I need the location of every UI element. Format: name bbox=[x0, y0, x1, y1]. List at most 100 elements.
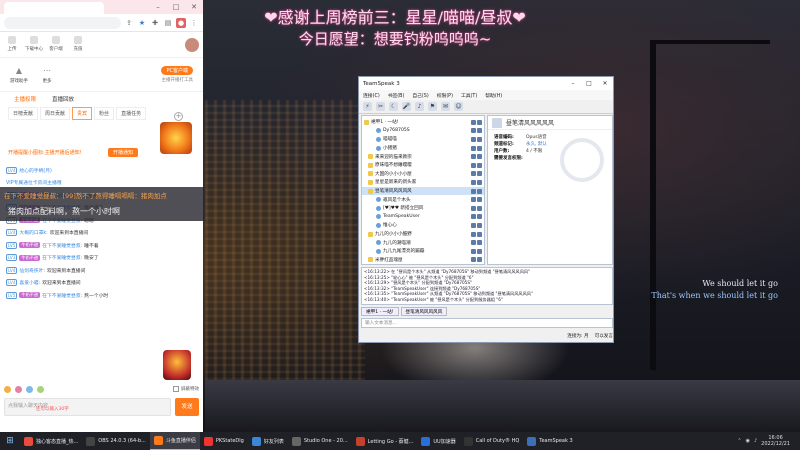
tree-channel[interactable]: 星星是新来的新头家 bbox=[362, 178, 484, 187]
menu-help[interactable]: 帮助(H) bbox=[485, 92, 502, 99]
send-button[interactable]: 发送 bbox=[175, 398, 199, 416]
emoji-icon[interactable] bbox=[37, 385, 44, 393]
tab-replay[interactable]: 直播回放 bbox=[52, 95, 74, 103]
event-logo[interactable] bbox=[163, 350, 191, 380]
disconnect-icon[interactable]: ✂ bbox=[376, 102, 385, 111]
tree-user[interactable]: 九儿九尾漂亮的蹦蹦 bbox=[362, 247, 484, 256]
network-icon[interactable]: ◉ bbox=[746, 438, 750, 444]
star-icon[interactable]: ★ bbox=[137, 18, 147, 28]
tree-channel[interactable]: 来来迎的猫来教宗 bbox=[362, 152, 484, 161]
windows-start-icon[interactable]: ⊞ bbox=[0, 432, 20, 450]
chat-input[interactable]: 点我输入聊天内容 bbox=[4, 398, 171, 416]
ts-close-icon[interactable]: ✕ bbox=[597, 80, 613, 87]
tree-user[interactable]: 小猪猪 bbox=[362, 144, 484, 153]
taskbar-app[interactable]: Studio One - 20... bbox=[288, 432, 352, 450]
tree-channel[interactable]: 九儿的小小小酷野 bbox=[362, 230, 484, 239]
address-bar[interactable] bbox=[4, 16, 121, 29]
game-logo[interactable] bbox=[160, 122, 192, 154]
tab-host-permission[interactable]: 主播权限 bbox=[14, 95, 36, 103]
tree-channel[interactable]: 原味喵不想睡嘤嘤 bbox=[362, 161, 484, 170]
clock[interactable]: 16:06 2022/12/21 bbox=[761, 435, 790, 447]
tree-user[interactable]: Dy768705S bbox=[362, 127, 484, 136]
maximize-icon[interactable]: □ bbox=[167, 0, 185, 14]
tree-server[interactable]: 裙甲1 · 一站! bbox=[362, 118, 484, 127]
taskbar-app[interactable]: PKStateDlg bbox=[200, 432, 248, 450]
menu-permissions[interactable]: 权限(P) bbox=[437, 92, 453, 99]
chat-username[interactable]: 在下不爱睡觉昼叔: bbox=[42, 292, 82, 299]
menu-icon[interactable]: ⋮ bbox=[189, 18, 199, 28]
taskbar-app[interactable]: Call of Duty® HQ bbox=[460, 432, 524, 450]
menu-connect[interactable]: 连接(C) bbox=[363, 92, 380, 99]
checkbox-icon bbox=[173, 386, 179, 392]
taskbar-app[interactable]: Letting Go - 蔡健... bbox=[352, 432, 418, 450]
chat-username[interactable]: 喜爱小喵: bbox=[19, 279, 40, 286]
tab-fans[interactable]: 粉丝 bbox=[94, 106, 115, 120]
volume-icon[interactable]: ♪ bbox=[754, 438, 757, 444]
tree-user[interactable]: [♥]♥♥ 新搭立回风 bbox=[362, 204, 484, 213]
shortcut-upload[interactable]: 上传 bbox=[4, 36, 20, 53]
tree-channel[interactable]: 昼笔清风风风风风 bbox=[362, 186, 484, 196]
chat-username[interactable]: VIP专属通位卡房间主播哦 bbox=[6, 179, 62, 186]
close-icon[interactable]: ✕ bbox=[185, 0, 203, 14]
away-icon[interactable]: ☾ bbox=[389, 102, 398, 111]
add-tab-icon[interactable]: + bbox=[174, 112, 183, 121]
chat-tab-server[interactable]: 裙甲1 · 一站! bbox=[361, 307, 399, 316]
taskbar-app[interactable]: TeamSpeak 3 bbox=[523, 432, 576, 450]
browser-tab[interactable] bbox=[4, 2, 104, 14]
user-avatar[interactable] bbox=[185, 38, 199, 52]
notify-button[interactable]: 开播通知 bbox=[108, 148, 139, 157]
tool-game-assistant[interactable]: ▲ 游戏助手 bbox=[10, 66, 28, 84]
gift-icon[interactable] bbox=[4, 385, 11, 393]
taskbar-app[interactable]: OBS 24.0.3 (64-b... bbox=[82, 432, 150, 450]
menu-bookmarks[interactable]: 书签(B) bbox=[388, 92, 405, 99]
heart-icon[interactable] bbox=[15, 385, 22, 393]
tab-weekly-rank[interactable]: 周日贡献 bbox=[40, 106, 71, 120]
tree-user[interactable]: 九儿的潮喵潮 bbox=[362, 238, 484, 247]
gem-icon[interactable] bbox=[26, 385, 33, 393]
channel-icon bbox=[368, 179, 373, 185]
chat-username[interactable]: 在下不爱睡觉昼叔: bbox=[42, 242, 82, 249]
shortcut-client[interactable]: 客户端 bbox=[48, 36, 64, 53]
sidepanel-icon[interactable]: ▤ bbox=[163, 18, 173, 28]
ts-minimize-icon[interactable]: – bbox=[565, 80, 581, 87]
chat-tab-channel[interactable]: 昼笔清风风风风风 bbox=[400, 307, 448, 316]
mute-mic-icon[interactable]: 🎤 bbox=[402, 102, 411, 111]
tree-user[interactable]: 喵喵喵 bbox=[362, 135, 484, 144]
chat-username[interactable]: 绘心的手柄(月) bbox=[19, 167, 52, 174]
menu-tools[interactable]: 工具(T) bbox=[461, 92, 477, 99]
chat-username[interactable]: 在下不爱睡觉昼叔: bbox=[42, 254, 82, 261]
chat-username[interactable]: 大概的口罩k: bbox=[19, 229, 47, 236]
share-icon[interactable]: ⇪ bbox=[124, 18, 134, 28]
shortcut-download[interactable]: 下载中心 bbox=[25, 36, 43, 53]
tab-vip[interactable]: 贵宾 bbox=[72, 106, 93, 120]
tab-daily-rank[interactable]: 日榜贡献 bbox=[8, 106, 39, 120]
ts-message-input[interactable]: 输入文本消息... bbox=[361, 318, 613, 328]
menu-self[interactable]: 自己(S) bbox=[412, 92, 428, 99]
pc-client-button[interactable]: PC客户端 主播开播打工具 bbox=[161, 66, 193, 83]
extensions-icon[interactable]: ✚ bbox=[150, 18, 160, 28]
taskbar-app[interactable]: 好友列表 bbox=[248, 432, 288, 450]
chat-icon[interactable]: ✉ bbox=[441, 102, 450, 111]
chat-username[interactable]: 仙剑奇侠叶: bbox=[19, 267, 45, 274]
shortcut-bar: 上传 下载中心 客户端 充值 bbox=[0, 32, 203, 58]
tree-user[interactable]: 惟心心 bbox=[362, 221, 484, 230]
minimize-icon[interactable]: – bbox=[149, 0, 167, 14]
contacts-icon[interactable]: ☺ bbox=[454, 102, 463, 111]
tree-channel[interactable]: 米胖红品魂屋 bbox=[362, 256, 484, 265]
mute-speaker-icon[interactable]: ♪ bbox=[415, 102, 424, 111]
taskbar-app[interactable]: 独心客态直播_热... bbox=[20, 432, 82, 450]
tree-channel[interactable]: 大国的小小小小屋 bbox=[362, 170, 484, 179]
ts-maximize-icon[interactable]: □ bbox=[581, 80, 597, 87]
shortcut-recharge[interactable]: 充值 bbox=[70, 36, 86, 53]
shield-effects-toggle[interactable]: 屏蔽特效 bbox=[173, 386, 199, 392]
connect-icon[interactable]: ⚡ bbox=[363, 102, 372, 111]
tray-arrow-icon[interactable]: ⌃ bbox=[737, 438, 741, 444]
taskbar-app[interactable]: 斗鱼直播伴侣 bbox=[149, 432, 200, 450]
tree-user[interactable]: 邀风是个木头 bbox=[362, 195, 484, 204]
tree-user[interactable]: TeamSpeakUser bbox=[362, 213, 484, 222]
taskbar-app[interactable]: UU加速器 bbox=[417, 432, 459, 450]
profile-icon[interactable]: ● bbox=[176, 17, 186, 28]
tab-tasks[interactable]: 直播任务 bbox=[116, 106, 147, 120]
tool-more[interactable]: ⋯ 更多 bbox=[42, 66, 52, 84]
bookmark-icon[interactable]: ⚑ bbox=[428, 102, 437, 111]
